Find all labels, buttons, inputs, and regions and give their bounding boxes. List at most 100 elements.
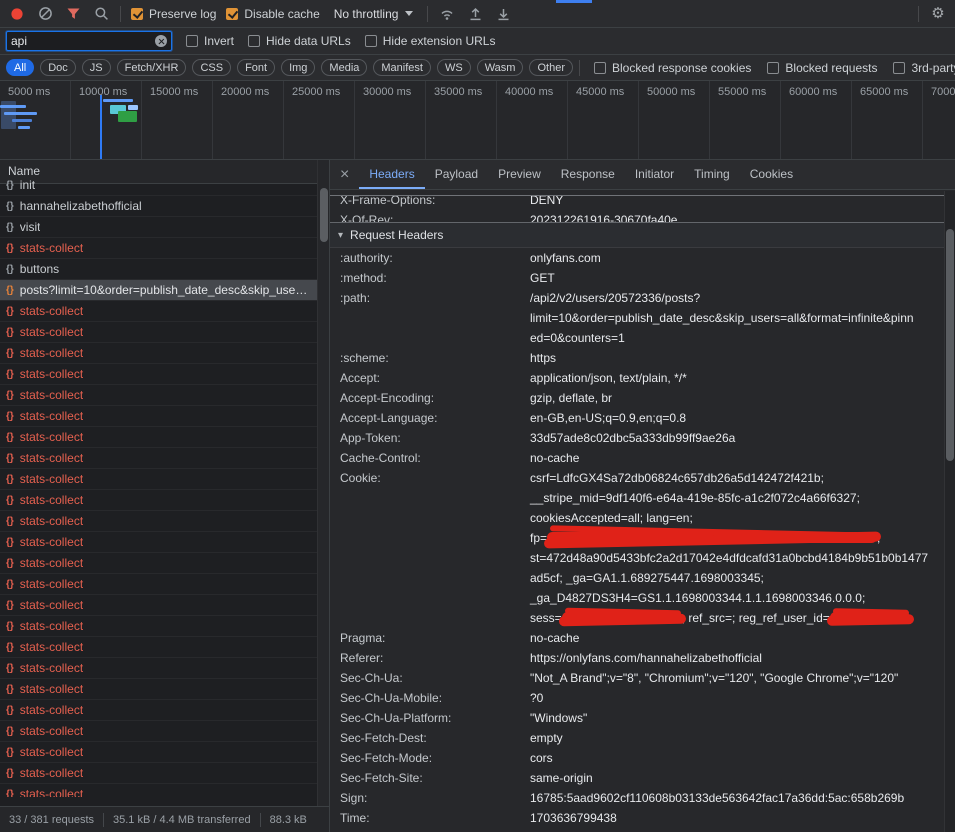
details-scrollbar-thumb[interactable] xyxy=(946,229,954,461)
network-conditions-icon[interactable] xyxy=(438,5,456,23)
request-row[interactable]: {}stats-collect xyxy=(0,616,317,637)
checkbox-blocked-response-cookies[interactable]: Blocked response cookies xyxy=(594,61,751,75)
clear-network-log-button[interactable] xyxy=(36,5,54,23)
type-filter-doc[interactable]: Doc xyxy=(40,59,76,76)
tab-timing[interactable]: Timing xyxy=(684,160,740,189)
requests-pane: Name {}init{}hannahelizabethofficial{}vi… xyxy=(0,160,317,806)
close-details-button[interactable]: × xyxy=(330,160,359,189)
json-file-icon: {} xyxy=(6,600,14,611)
network-summary-bar: 33 / 381 requests 35.1 kB / 4.4 MB trans… xyxy=(0,806,329,832)
timeline-overview[interactable]: 5000 ms10000 ms15000 ms20000 ms25000 ms3… xyxy=(0,81,955,160)
json-file-icon: {} xyxy=(6,180,14,191)
import-har-icon[interactable] xyxy=(466,5,484,23)
request-row[interactable]: {}stats-collect xyxy=(0,595,317,616)
timeline-activity-bar xyxy=(18,126,30,129)
header-value: 16785:5aad9602cf110608b03133de563642fac1… xyxy=(530,788,955,808)
request-row[interactable]: {}visit xyxy=(0,217,317,238)
request-row[interactable]: {}stats-collect xyxy=(0,679,317,700)
header-row: :authority:onlyfans.com xyxy=(330,248,955,268)
type-filter-fetch-xhr[interactable]: Fetch/XHR xyxy=(117,59,187,76)
request-row[interactable]: {}stats-collect xyxy=(0,343,317,364)
header-value: onlyfans.com xyxy=(530,248,955,268)
checkbox-unchecked-icon xyxy=(594,62,606,74)
tab-payload[interactable]: Payload xyxy=(425,160,488,189)
request-row[interactable]: {}stats-collect xyxy=(0,406,317,427)
header-row: :path:/api2/v2/users/20572336/posts?limi… xyxy=(330,288,955,348)
request-row[interactable]: {} stats-collect xyxy=(0,700,317,721)
tab-cookies[interactable]: Cookies xyxy=(740,160,803,189)
type-filter-other[interactable]: Other xyxy=(529,59,573,76)
json-file-icon: {} xyxy=(6,621,14,632)
request-row[interactable]: {}stats-collect xyxy=(0,637,317,658)
type-filter-wasm[interactable]: Wasm xyxy=(477,59,524,76)
header-row: Sec-Ch-Ua-Mobile:?0 xyxy=(330,688,955,708)
type-filter-css[interactable]: CSS xyxy=(192,59,231,76)
request-row[interactable]: {}stats-collect xyxy=(0,322,317,343)
tab-initiator[interactable]: Initiator xyxy=(625,160,684,189)
request-row[interactable]: {}stats-collect xyxy=(0,448,317,469)
settings-gear-icon[interactable]: ⚙ xyxy=(929,5,947,23)
request-row[interactable]: {}stats-collect xyxy=(0,658,317,679)
header-value: /api2/v2/users/20572336/posts?limit=10&o… xyxy=(530,288,955,348)
type-filter-manifest[interactable]: Manifest xyxy=(373,59,431,76)
request-row[interactable]: {}stats-collect xyxy=(0,385,317,406)
request-row[interactable]: {}hannahelizabethofficial xyxy=(0,196,317,217)
header-value: no-cache xyxy=(530,448,955,468)
request-row[interactable]: {}stats-collect xyxy=(0,742,317,763)
export-har-icon[interactable] xyxy=(494,5,512,23)
invert-checkbox[interactable]: Invert xyxy=(186,34,234,48)
request-name: stats-collect xyxy=(20,409,83,423)
request-row[interactable]: {}stats-collect xyxy=(0,490,317,511)
hide-data-urls-label: Hide data URLs xyxy=(266,34,351,48)
json-file-icon: {} xyxy=(6,369,14,380)
disable-cache-checkbox[interactable]: Disable cache xyxy=(226,7,319,21)
type-filter-img[interactable]: Img xyxy=(281,59,315,76)
clear-filter-icon[interactable] xyxy=(155,35,167,47)
type-filter-js[interactable]: JS xyxy=(82,59,111,76)
tab-response[interactable]: Response xyxy=(551,160,625,189)
tab-headers[interactable]: Headers xyxy=(359,160,424,189)
request-row[interactable]: {}stats-collect xyxy=(0,532,317,553)
tab-preview[interactable]: Preview xyxy=(488,160,551,189)
request-row[interactable]: {}stats-collect xyxy=(0,574,317,595)
record-button[interactable] xyxy=(8,5,26,23)
header-value: en-GB,en-US;q=0.9,en;q=0.8 xyxy=(530,408,955,428)
type-filter-media[interactable]: Media xyxy=(321,59,367,76)
request-row[interactable]: {}stats-collect xyxy=(0,763,317,784)
preserve-log-checkbox[interactable]: Preserve log xyxy=(131,7,216,21)
request-row[interactable]: {}stats-collect xyxy=(0,427,317,448)
json-file-icon: {} xyxy=(6,537,14,548)
request-row[interactable]: {}stats-collect xyxy=(0,238,317,259)
timeline-tick-label: 5000 ms xyxy=(8,86,50,98)
filter-input[interactable] xyxy=(11,34,155,48)
header-name: Referer: xyxy=(340,648,530,668)
request-row[interactable]: {}buttons xyxy=(0,259,317,280)
request-row[interactable]: {}stats-collect xyxy=(0,784,317,797)
request-row[interactable]: {}stats-collect xyxy=(0,301,317,322)
json-file-icon: {} xyxy=(6,705,14,716)
request-row[interactable]: {}stats-collect xyxy=(0,469,317,490)
type-filter-all[interactable]: All xyxy=(6,59,34,76)
header-row: Sec-Ch-Ua:"Not_A Brand";v="8", "Chromium… xyxy=(330,668,955,688)
header-value: https://onlyfans.com/hannahelizabethoffi… xyxy=(530,648,955,668)
request-row[interactable]: {}stats-collect xyxy=(0,553,317,574)
request-row[interactable]: {}stats-collect xyxy=(0,364,317,385)
request-row[interactable]: {}stats-collect xyxy=(0,721,317,742)
type-filter-ws[interactable]: WS xyxy=(437,59,471,76)
request-row[interactable]: {}stats-collect xyxy=(0,511,317,532)
checkbox-3rd-party-requests[interactable]: 3rd-party requests xyxy=(893,61,955,75)
hide-extension-urls-checkbox[interactable]: Hide extension URLs xyxy=(365,34,496,48)
request-row[interactable]: {}posts?limit=10&order=publish_date_desc… xyxy=(0,280,317,301)
checkbox-checked-icon xyxy=(131,8,143,20)
filter-icon[interactable] xyxy=(64,5,82,23)
throttling-select[interactable]: No throttling xyxy=(330,5,418,23)
request-row[interactable]: {}init xyxy=(0,175,317,196)
requests-scrollbar-thumb[interactable] xyxy=(320,188,328,242)
type-filter-font[interactable]: Font xyxy=(237,59,275,76)
request-name: stats-collect xyxy=(20,703,83,717)
hide-data-urls-checkbox[interactable]: Hide data URLs xyxy=(248,34,351,48)
details-scrollbar xyxy=(944,191,955,832)
checkbox-blocked-requests[interactable]: Blocked requests xyxy=(767,61,877,75)
request-headers-section[interactable]: ▾ Request Headers xyxy=(330,223,955,248)
search-icon[interactable] xyxy=(92,5,110,23)
